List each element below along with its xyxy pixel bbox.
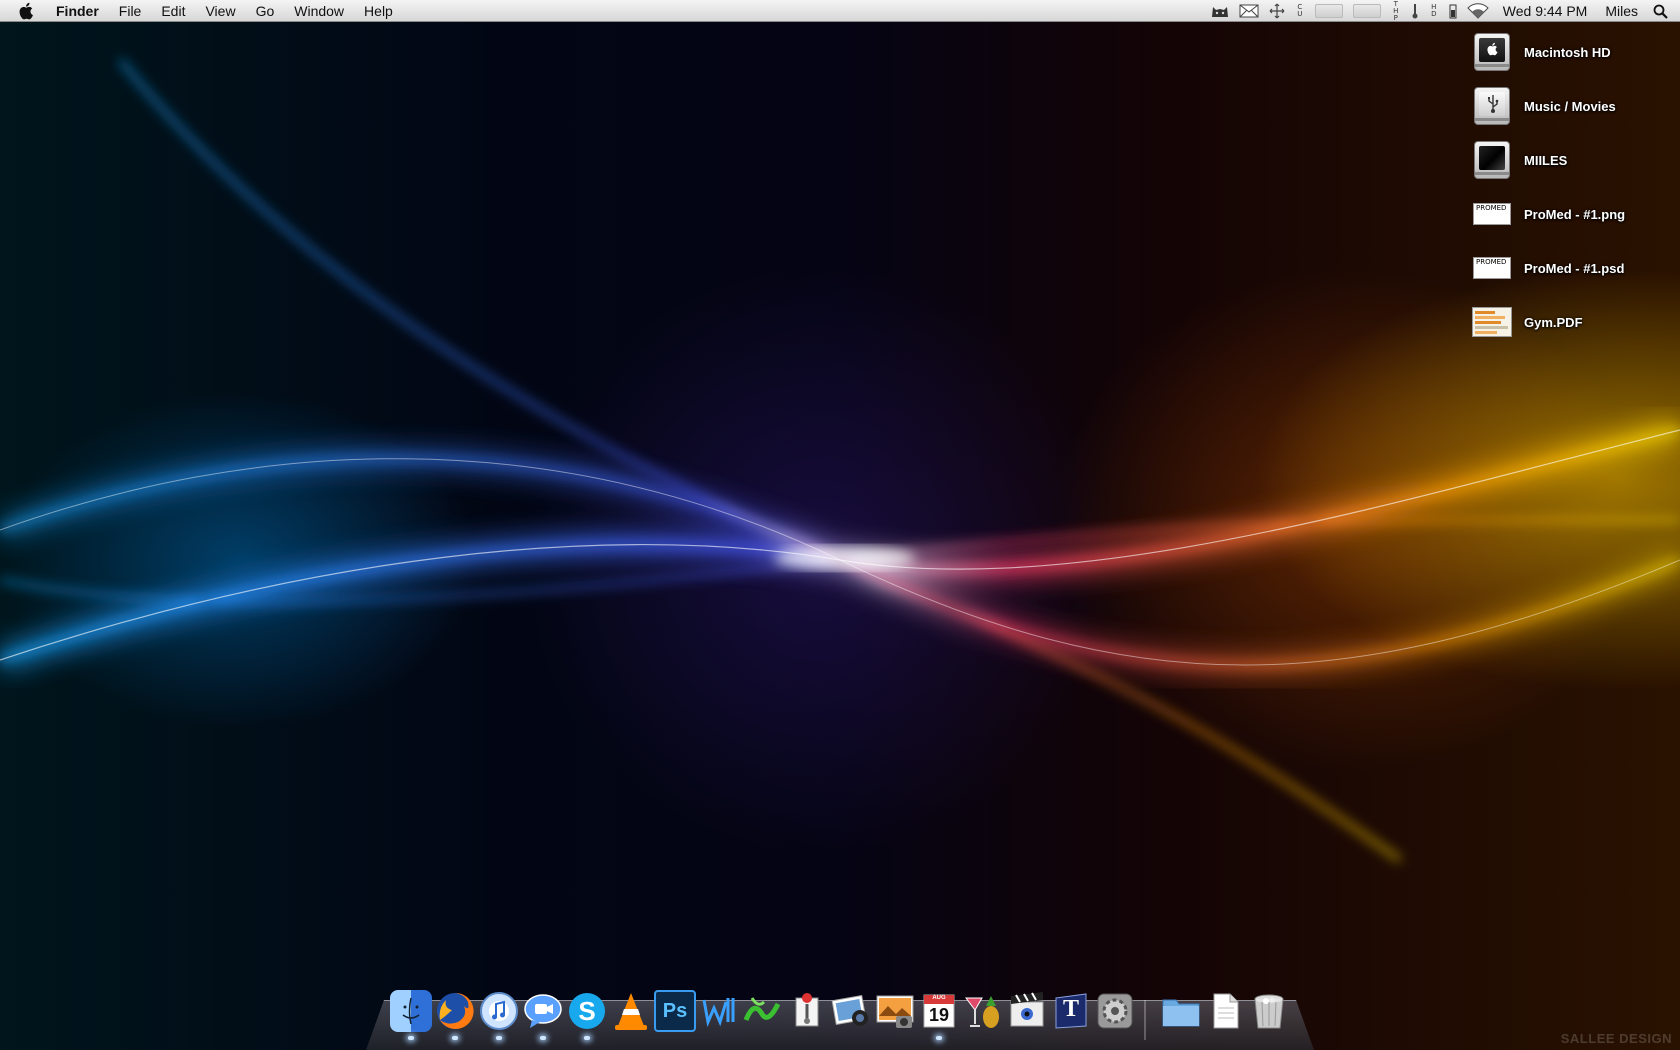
pdf-thumbnail-icon: [1472, 302, 1512, 342]
desktop-wallpaper: [0, 0, 1680, 1050]
imovie-icon[interactable]: [1006, 990, 1048, 1032]
cat-menu-icon[interactable]: [1206, 0, 1234, 22]
textedit-icon[interactable]: T: [1050, 990, 1092, 1032]
apple-menu-icon[interactable]: [16, 0, 38, 22]
mail-icon[interactable]: [1234, 0, 1264, 22]
desktop-item-macintosh-hd[interactable]: Macintosh HD: [1472, 30, 1672, 74]
folder-stack-icon[interactable]: [1160, 990, 1202, 1032]
desktop-item-label: Macintosh HD: [1524, 44, 1611, 60]
itunes-icon[interactable]: [478, 990, 520, 1032]
watermark-text: SALLEE DESIGN: [1560, 1031, 1672, 1046]
menu-slot-2[interactable]: [1348, 0, 1386, 22]
preview-icon[interactable]: [786, 990, 828, 1032]
desktop-item-label: ProMed - #1.psd: [1524, 260, 1625, 276]
wifi-icon[interactable]: [1462, 0, 1494, 22]
menu-file[interactable]: File: [109, 0, 152, 22]
cocktail-icon[interactable]: [962, 990, 1004, 1032]
internal-drive-icon: [1472, 32, 1512, 72]
svg-text:S: S: [578, 996, 595, 1026]
desktop-item-promed-png[interactable]: PROMED ProMed - #1.png: [1472, 192, 1672, 236]
wacom-icon[interactable]: [698, 990, 740, 1032]
light-streaks: [0, 58, 1680, 862]
image-capture-icon[interactable]: [874, 990, 916, 1032]
menu-view[interactable]: View: [195, 0, 245, 22]
running-indicator: [496, 1036, 502, 1040]
thermometer-icon[interactable]: [1406, 0, 1424, 22]
desktop-item-label: ProMed - #1.png: [1524, 206, 1626, 222]
move-icon[interactable]: [1264, 0, 1290, 22]
running-indicator: [408, 1036, 414, 1040]
photoshop-icon[interactable]: Ps: [654, 990, 696, 1032]
image-thumbnail-icon: PROMED: [1472, 194, 1512, 234]
menu-window[interactable]: Window: [284, 0, 354, 22]
menu-help[interactable]: Help: [354, 0, 403, 22]
vertical-text-2[interactable]: THP: [1386, 0, 1406, 22]
running-indicator: [936, 1036, 942, 1040]
desktop-item-label: MIILES: [1524, 152, 1568, 168]
menu-slot-1[interactable]: [1310, 0, 1348, 22]
battery-icon[interactable]: [1444, 0, 1462, 22]
spotlight-icon[interactable]: [1647, 0, 1680, 22]
menu-edit[interactable]: Edit: [151, 0, 195, 22]
iphoto-icon[interactable]: [830, 990, 872, 1032]
menu-extras: CU THP HD Wed 9:44 PM Miles: [1206, 0, 1680, 22]
menu-go[interactable]: Go: [246, 0, 285, 22]
trash-icon[interactable]: [1248, 990, 1290, 1032]
desktop-item-label: Music / Movies: [1524, 98, 1616, 114]
desktop-item-music-movies[interactable]: Music / Movies: [1472, 84, 1672, 128]
running-indicator: [540, 1036, 546, 1040]
menu-bar: Finder File Edit View Go Window Help CU …: [0, 0, 1680, 22]
external-drive-icon: [1472, 140, 1512, 180]
vlc-icon[interactable]: [610, 990, 652, 1032]
vertical-text-3[interactable]: HD: [1424, 0, 1444, 22]
dreamweaver-icon[interactable]: [742, 990, 784, 1032]
firefox-icon[interactable]: [434, 990, 476, 1032]
desktop-item-label: Gym.PDF: [1524, 314, 1583, 330]
fast-user-switch[interactable]: Miles: [1596, 0, 1647, 22]
ical-icon[interactable]: AUG 19: [918, 990, 960, 1032]
running-indicator: [452, 1036, 458, 1040]
usb-drive-icon: [1472, 86, 1512, 126]
app-menu-finder[interactable]: Finder: [46, 0, 109, 22]
ichat-icon[interactable]: [522, 990, 564, 1032]
skype-icon[interactable]: S: [566, 990, 608, 1032]
dock-separator: [1144, 1000, 1146, 1040]
vertical-text-1[interactable]: CU: [1290, 0, 1310, 22]
desktop-item-gym-pdf[interactable]: Gym.PDF: [1472, 300, 1672, 344]
menu-clock[interactable]: Wed 9:44 PM: [1494, 0, 1597, 22]
finder-icon[interactable]: [390, 990, 432, 1032]
desktop-item-miiles[interactable]: MIILES: [1472, 138, 1672, 182]
document-stack-icon[interactable]: [1204, 990, 1246, 1032]
desktop-item-promed-psd[interactable]: PROMED ProMed - #1.psd: [1472, 246, 1672, 290]
psd-thumbnail-icon: PROMED: [1472, 248, 1512, 288]
system-preferences-icon[interactable]: [1094, 990, 1136, 1032]
running-indicator: [584, 1036, 590, 1040]
